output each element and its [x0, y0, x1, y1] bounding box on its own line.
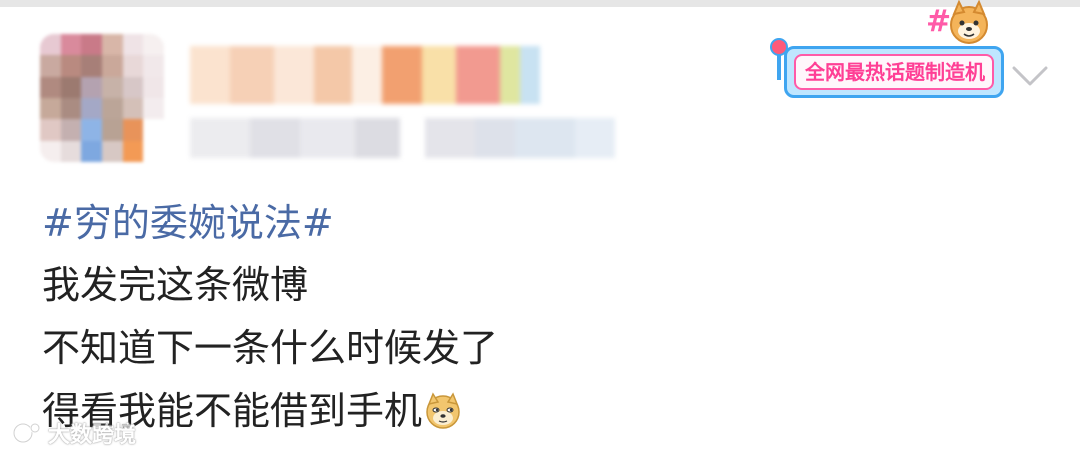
post-hashtag[interactable]: #穷的委婉说法# — [42, 200, 334, 246]
watermark-text: 大数跨境 — [48, 423, 137, 448]
dog-mascot-icon — [950, 0, 988, 44]
hot-topic-badge[interactable]: 全网最热话题制造机 # — [770, 0, 1006, 100]
watermark-logo-icon — [12, 422, 41, 444]
post-meta-blurred — [190, 118, 615, 158]
avatar[interactable] — [40, 34, 164, 162]
post-line-1: 我发完这条微博 — [42, 263, 309, 307]
chevron-down-icon[interactable] — [1010, 62, 1050, 90]
badge-label: 全网最热话题制造机 — [805, 60, 985, 84]
watermark: 大数跨境 — [12, 418, 136, 448]
doge-emoji-icon — [426, 392, 460, 429]
badge-stick — [777, 54, 781, 80]
username-blurred[interactable] — [190, 46, 540, 104]
post-line-2: 不知道下一条什么时候发了 — [42, 326, 499, 370]
top-divider — [0, 0, 1080, 7]
